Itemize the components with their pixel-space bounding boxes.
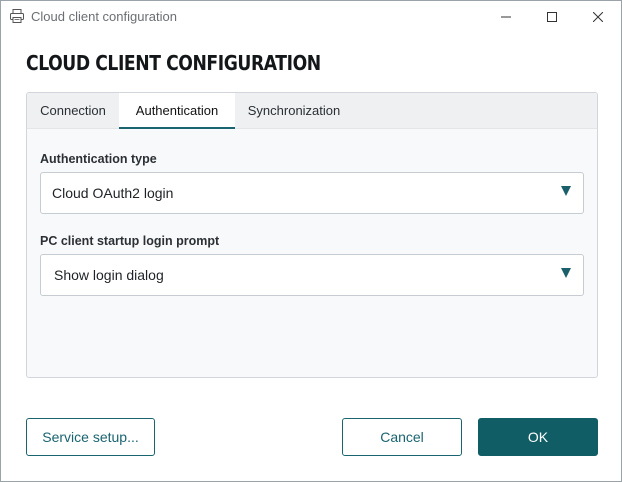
tab-panel: Connection Authentication Synchronizatio… [26, 92, 598, 378]
auth-type-label: Authentication type [40, 152, 157, 166]
tab-bar: Connection Authentication Synchronizatio… [27, 93, 597, 129]
tab-connection[interactable]: Connection [27, 93, 119, 128]
ok-button[interactable]: OK [478, 418, 598, 456]
close-icon [593, 11, 603, 22]
title-bar[interactable]: Cloud client configuration [1, 1, 621, 32]
window-title: Cloud client configuration [31, 9, 177, 24]
auth-type-select[interactable]: Cloud OAuth2 login [40, 172, 584, 214]
cancel-button[interactable]: Cancel [342, 418, 462, 456]
printer-icon [9, 8, 25, 24]
minimize-button[interactable] [483, 1, 529, 32]
startup-prompt-select[interactable]: Show login dialog [40, 254, 584, 296]
tab-synchronization[interactable]: Synchronization [235, 93, 353, 128]
service-setup-button[interactable]: Service setup... [26, 418, 155, 456]
page-title: CLOUD CLIENT CONFIGURATION [26, 51, 321, 75]
auth-type-value: Cloud OAuth2 login [52, 185, 174, 201]
startup-prompt-label: PC client startup login prompt [40, 234, 220, 248]
dropdown-arrow-icon [561, 268, 571, 278]
tab-authentication[interactable]: Authentication [119, 93, 235, 129]
close-button[interactable] [575, 1, 621, 32]
startup-prompt-value: Show login dialog [54, 267, 164, 283]
dropdown-arrow-icon [561, 186, 571, 196]
dialog-window: Cloud client configuration CLOUD CLIENT … [0, 0, 622, 482]
minimize-icon [501, 16, 511, 17]
maximize-button[interactable] [529, 1, 575, 32]
maximize-icon [547, 11, 557, 22]
